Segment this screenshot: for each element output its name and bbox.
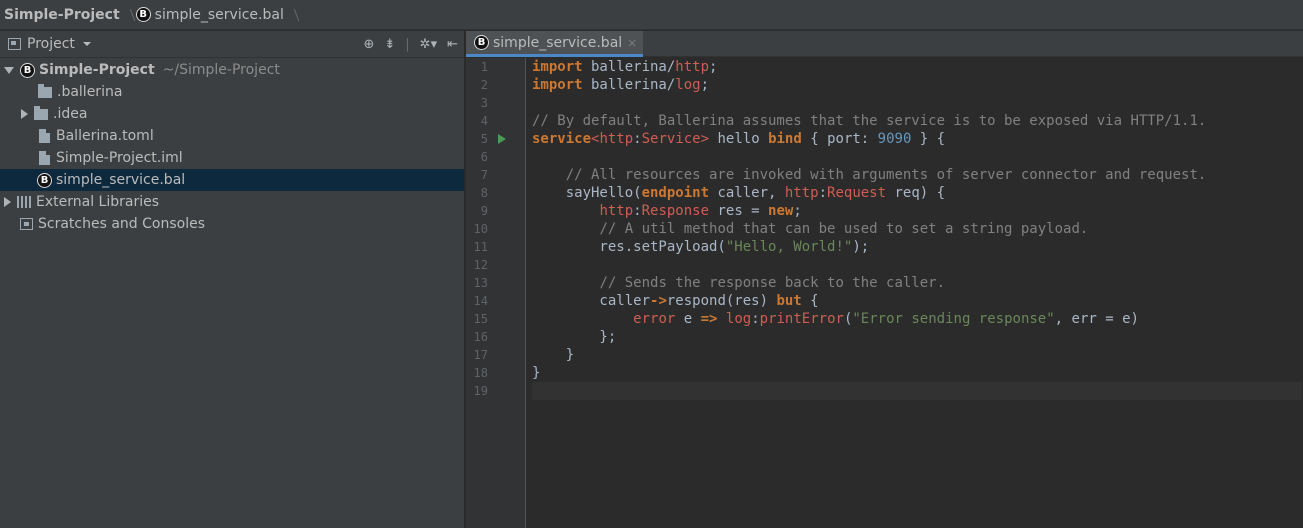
tree-item-label: External Libraries bbox=[36, 194, 159, 210]
line-number: 8 bbox=[480, 186, 488, 200]
tree-item-label: Simple-Project.iml bbox=[56, 150, 183, 166]
tree-item-path: ~/Simple-Project bbox=[162, 62, 280, 78]
line-number: 17 bbox=[473, 348, 488, 362]
dropdown-arrow-icon[interactable] bbox=[82, 42, 91, 46]
tree-item-scratches[interactable]: Scratches and Consoles bbox=[0, 213, 464, 235]
code-area[interactable]: 1 2 3 4 5 6 7 8 9 10 11 12 13 14 15 16 17 18 19 import bal… bbox=[466, 58, 1303, 528]
code-line[interactable]: import ballerina/http; bbox=[532, 58, 1302, 76]
run-gutter-icon[interactable] bbox=[498, 134, 506, 144]
line-number: 11 bbox=[473, 240, 488, 254]
code-line[interactable]: caller->respond(res) but { bbox=[532, 292, 1302, 310]
line-number: 6 bbox=[480, 150, 488, 164]
breadcrumb: Simple-Project B simple_service.bal bbox=[0, 0, 1303, 30]
module-file-icon bbox=[39, 151, 50, 165]
ballerina-icon: B bbox=[20, 62, 35, 78]
line-gutter: 1 2 3 4 5 6 7 8 9 10 11 12 13 14 15 16 17 18 19 bbox=[466, 58, 526, 528]
folder-icon bbox=[38, 83, 52, 98]
tab-label: simple_service.bal bbox=[493, 34, 623, 51]
editor-tabs: B simple_service.bal × bbox=[466, 31, 1303, 57]
tree-item-label: Scratches and Consoles bbox=[38, 216, 205, 232]
tree-item-idea-folder[interactable]: .idea bbox=[0, 103, 464, 125]
line-number: 14 bbox=[473, 294, 488, 308]
line-number: 9 bbox=[480, 204, 488, 218]
line-number: 19 bbox=[473, 384, 488, 398]
code-lines[interactable]: import ballerina/http; import ballerina/l… bbox=[532, 58, 1302, 400]
tree-item-iml-file[interactable]: Simple-Project.iml bbox=[0, 147, 464, 169]
editor-panel: B simple_service.bal × 1 2 3 4 5 6 7 8 9 10 11 12 13… bbox=[466, 31, 1303, 528]
project-view-selector[interactable]: Project bbox=[27, 36, 75, 52]
line-number: 5 bbox=[480, 132, 488, 146]
folder-icon bbox=[34, 105, 48, 120]
code-line[interactable] bbox=[532, 94, 1302, 112]
code-line[interactable]: // Sends the response back to the caller… bbox=[532, 274, 1302, 292]
breadcrumb-separator bbox=[124, 6, 132, 24]
tree-item-ballerina-folder[interactable]: .ballerina bbox=[0, 81, 464, 103]
code-line[interactable]: sayHello(endpoint caller, http:Request r… bbox=[532, 184, 1302, 202]
code-line[interactable]: } bbox=[532, 364, 1302, 382]
code-line[interactable]: error e => log:printError("Error sending… bbox=[532, 310, 1302, 328]
line-number: 16 bbox=[473, 330, 488, 344]
code-line[interactable]: http:Response res = new; bbox=[532, 202, 1302, 220]
tree-item-ballerina-toml[interactable]: Ballerina.toml bbox=[0, 125, 464, 147]
ballerina-icon: B bbox=[135, 7, 151, 22]
ballerina-icon: B bbox=[474, 35, 489, 50]
tab-simple-service[interactable]: B simple_service.bal × bbox=[466, 31, 644, 57]
expand-arrow-icon[interactable] bbox=[4, 66, 14, 74]
project-tree: B Simple-Project ~/Simple-Project .balle… bbox=[0, 58, 464, 235]
code-line[interactable] bbox=[532, 148, 1302, 166]
line-number: 12 bbox=[473, 258, 488, 272]
ballerina-icon: B bbox=[37, 172, 52, 188]
scratches-icon bbox=[20, 218, 33, 230]
code-line[interactable]: } bbox=[532, 346, 1302, 364]
breadcrumb-separator bbox=[288, 6, 296, 24]
target-icon[interactable]: ⊕ bbox=[363, 37, 374, 52]
code-line[interactable] bbox=[532, 382, 1302, 400]
project-toolbar: Project ⊕ ⇟ | ✲▾ ⇤ bbox=[0, 31, 464, 58]
tree-item-label: Ballerina.toml bbox=[56, 128, 154, 144]
expand-arrow-icon[interactable] bbox=[21, 109, 28, 119]
tree-item-external-libraries[interactable]: External Libraries bbox=[0, 191, 464, 213]
code-line[interactable] bbox=[532, 256, 1302, 274]
tree-item-label: .idea bbox=[53, 106, 88, 122]
tree-item-simple-service[interactable]: B simple_service.bal bbox=[0, 169, 464, 191]
breadcrumb-file-label: simple_service.bal bbox=[154, 6, 284, 23]
code-line[interactable]: import ballerina/log; bbox=[532, 76, 1302, 94]
close-icon[interactable]: × bbox=[627, 36, 637, 50]
tree-item-label: simple_service.bal bbox=[56, 172, 186, 188]
line-number: 13 bbox=[473, 276, 488, 290]
expand-arrow-icon[interactable] bbox=[4, 197, 11, 207]
collapse-icon[interactable]: ⇟ bbox=[384, 37, 395, 52]
breadcrumb-project[interactable]: Simple-Project bbox=[4, 7, 120, 23]
tree-item-project-root[interactable]: B Simple-Project ~/Simple-Project bbox=[0, 59, 464, 81]
hide-icon[interactable]: ⇤ bbox=[447, 37, 458, 52]
line-number: 18 bbox=[473, 366, 488, 380]
file-icon bbox=[39, 129, 50, 143]
code-line[interactable]: }; bbox=[532, 328, 1302, 346]
line-number: 4 bbox=[480, 114, 488, 128]
line-number: 3 bbox=[480, 96, 488, 110]
tree-item-label: .ballerina bbox=[57, 84, 123, 100]
breadcrumb-file[interactable]: B simple_service.bal bbox=[135, 6, 284, 23]
project-view-icon bbox=[8, 38, 21, 50]
tree-item-label: Simple-Project bbox=[39, 62, 155, 78]
line-number: 1 bbox=[480, 60, 488, 74]
gear-icon[interactable]: ✲▾ bbox=[420, 37, 437, 52]
line-number: 7 bbox=[480, 168, 488, 182]
line-number: 2 bbox=[480, 78, 488, 92]
code-line[interactable]: // All resources are invoked with argume… bbox=[532, 166, 1302, 184]
code-line[interactable]: // By default, Ballerina assumes that th… bbox=[532, 112, 1302, 130]
divider: | bbox=[405, 37, 410, 52]
line-number: 10 bbox=[473, 222, 488, 236]
project-panel: Project ⊕ ⇟ | ✲▾ ⇤ B Simple-Project ~/Si… bbox=[0, 31, 465, 528]
line-number: 15 bbox=[473, 312, 488, 326]
code-line[interactable]: res.setPayload("Hello, World!"); bbox=[532, 238, 1302, 256]
code-line[interactable]: // A util method that can be used to set… bbox=[532, 220, 1302, 238]
code-line[interactable]: service<http:Service> hello bind { port:… bbox=[532, 130, 1302, 148]
library-icon bbox=[17, 196, 31, 208]
